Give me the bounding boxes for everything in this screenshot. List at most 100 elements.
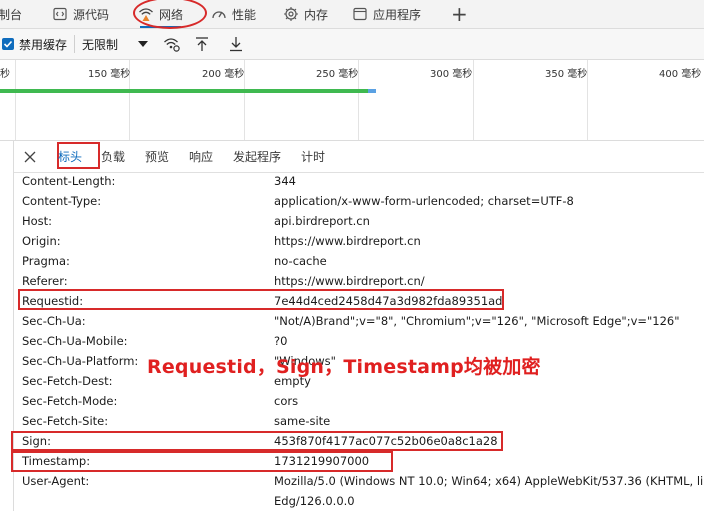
- tab-label: 性能: [232, 7, 257, 22]
- memory-chip-icon: [284, 7, 298, 21]
- header-value: no-cache: [274, 254, 327, 268]
- checkbox-checked-icon: [2, 38, 14, 50]
- header-value: https://www.birdreport.cn/: [274, 274, 425, 288]
- devtools-tabstrip: 制台 源代码 网络 性能 内存 应用程序 +: [0, 0, 704, 29]
- sources-icon: [53, 7, 67, 21]
- header-row: Host: api.birdreport.cn: [14, 211, 704, 231]
- header-value: "Not/A)Brand";v="8", "Chromium";v="126",…: [274, 314, 680, 328]
- header-row: Origin: https://www.birdreport.cn: [14, 231, 704, 251]
- header-row: User-Agent: Mozilla/5.0 (Windows NT 10.0…: [14, 471, 704, 491]
- timeline-gridline: [473, 60, 474, 140]
- timeline-tick-label: 300 毫秒: [430, 69, 473, 80]
- throttling-select[interactable]: 无限制: [82, 29, 118, 59]
- tab-label: 标头: [58, 150, 83, 164]
- header-row: Sec-Ch-Ua-Mobile: ?0: [14, 331, 704, 351]
- highlight-ellipse: [133, 0, 207, 29]
- gauge-icon: [212, 11, 226, 19]
- application-icon: [353, 7, 367, 21]
- tab-console[interactable]: 制台: [0, 0, 22, 28]
- tab-label: 响应: [189, 150, 214, 164]
- header-value: cors: [274, 394, 299, 408]
- tab-application[interactable]: 应用程序: [352, 0, 421, 28]
- header-name: Origin:: [22, 234, 61, 248]
- header-name: Content-Type:: [22, 194, 102, 208]
- request-timing-bar: [0, 89, 372, 93]
- header-row: Content-Type: application/x-www-form-url…: [14, 191, 704, 211]
- tab-performance[interactable]: 性能: [211, 0, 256, 28]
- tab-memory[interactable]: 内存: [283, 0, 328, 28]
- tab-sources[interactable]: 源代码: [52, 0, 109, 28]
- close-icon: [24, 151, 36, 162]
- timeline-tick-label: 250 毫秒: [316, 69, 359, 80]
- tab-timing[interactable]: 计时: [301, 141, 325, 172]
- disable-cache-checkbox[interactable]: 禁用缓存: [2, 29, 67, 59]
- timeline-overview[interactable]: 秒 150 毫秒 200 毫秒 250 毫秒 300 毫秒 350 毫秒 400…: [0, 60, 704, 141]
- network-conditions-button[interactable]: [163, 29, 181, 59]
- download-icon: [230, 37, 242, 52]
- header-name: Host:: [22, 214, 53, 228]
- header-name: Sec-Fetch-Mode:: [22, 394, 118, 408]
- timeline-gridline: [15, 60, 16, 140]
- header-row: Sec-Ch-Ua: "Not/A)Brand";v="8", "Chromiu…: [14, 311, 704, 331]
- highlight-box-requestid: [18, 289, 504, 310]
- details-tabbar: 标头 负载 预览 响应 发起程序 计时: [14, 141, 704, 173]
- tab-label: 应用程序: [373, 7, 422, 22]
- header-name: User-Agent:: [22, 474, 90, 488]
- highlight-box-sign: [11, 431, 503, 451]
- header-name: Sec-Ch-Ua-Mobile:: [22, 334, 128, 348]
- upload-icon: [196, 37, 208, 51]
- header-value: ?0: [274, 334, 288, 348]
- tab-label: 制台: [0, 7, 23, 22]
- toolbar-divider: [74, 35, 75, 53]
- header-row-continuation: Edg/126.0.0.0: [14, 491, 704, 511]
- tab-initiator[interactable]: 发起程序: [233, 141, 281, 172]
- header-name: Sec-Ch-Ua-Platform:: [22, 354, 139, 368]
- timeline-tick-label: 200 毫秒: [202, 69, 245, 80]
- wifi-settings-icon: [164, 38, 180, 52]
- header-name: Referer:: [22, 274, 68, 288]
- timeline-tick-label: 350 毫秒: [545, 69, 588, 80]
- header-value: Edg/126.0.0.0: [274, 494, 355, 508]
- throttling-value: 无限制: [82, 37, 119, 52]
- header-value: same-site: [274, 414, 331, 428]
- tab-label: 计时: [301, 150, 326, 164]
- header-name: Content-Length:: [22, 174, 116, 188]
- add-tab-button[interactable]: +: [451, 0, 468, 28]
- header-row: Pragma: no-cache: [14, 251, 704, 271]
- export-har-button[interactable]: [229, 29, 243, 59]
- disable-cache-label: 禁用缓存: [19, 37, 68, 52]
- header-row: Sec-Fetch-Site: same-site: [14, 411, 704, 431]
- tab-label: 发起程序: [233, 150, 282, 164]
- header-name: Sec-Ch-Ua:: [22, 314, 86, 328]
- tab-payload[interactable]: 负载: [101, 141, 125, 172]
- header-value: Mozilla/5.0 (Windows NT 10.0; Win64; x64…: [274, 474, 704, 488]
- header-row: Sec-Fetch-Mode: cors: [14, 391, 704, 411]
- plus-icon: +: [451, 2, 468, 26]
- throttling-dropdown-button[interactable]: [137, 29, 149, 59]
- annotation-text: Requestid，Sign，Timestamp均被加密: [147, 356, 541, 378]
- import-har-button[interactable]: [195, 29, 209, 59]
- tab-label: 负载: [101, 150, 126, 164]
- tab-label: 源代码: [73, 7, 110, 22]
- header-value: application/x-www-form-urlencoded; chars…: [274, 194, 574, 208]
- tab-label: 内存: [304, 7, 329, 22]
- timeline-tick-label: 秒: [0, 69, 10, 80]
- timeline-tick-label: 150 毫秒: [88, 69, 131, 80]
- header-name: Sec-Fetch-Dest:: [22, 374, 113, 388]
- header-value: https://www.birdreport.cn: [274, 234, 421, 248]
- network-toolbar: 禁用缓存 无限制: [0, 29, 704, 60]
- tab-headers[interactable]: 标头: [58, 141, 82, 172]
- header-name: Sec-Fetch-Site:: [22, 414, 109, 428]
- close-details-button[interactable]: [23, 141, 37, 172]
- highlight-box-timestamp: [11, 451, 393, 472]
- header-value: api.birdreport.cn: [274, 214, 370, 228]
- tab-preview[interactable]: 预览: [145, 141, 169, 172]
- header-row: Referer: https://www.birdreport.cn/: [14, 271, 704, 291]
- timeline-tick-label: 400 毫秒: [659, 69, 702, 80]
- header-row: Content-Length: 344: [14, 171, 704, 191]
- caret-down-icon: [138, 41, 148, 47]
- request-details-panel: 标头 负载 预览 响应 发起程序 计时 Content-Length: 344 …: [11, 141, 704, 511]
- tab-label: 预览: [145, 150, 170, 164]
- header-value: 344: [274, 174, 296, 188]
- tab-response[interactable]: 响应: [189, 141, 213, 172]
